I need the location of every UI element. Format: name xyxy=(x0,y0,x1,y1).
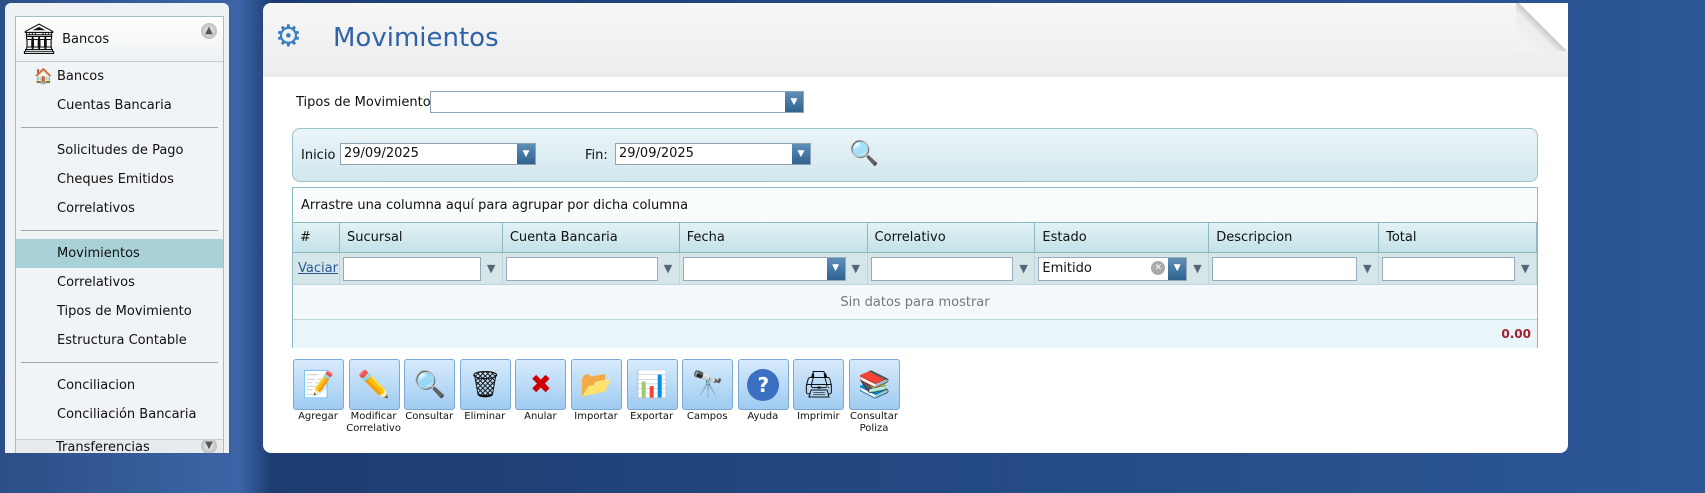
filter-cell: ▼ ▼ xyxy=(680,253,868,284)
column-filter-input[interactable] xyxy=(505,257,658,281)
sidebar: 🏛 Bancos ▲ 🏠 Bancos Cuentas Bancaria Solici… xyxy=(5,3,229,453)
filter-cell: ▼ xyxy=(868,253,1036,284)
filter-cell: Vaciar xyxy=(293,253,340,284)
inicio-date-field[interactable]: 29/09/2025 ▼ xyxy=(340,143,536,165)
column-filter-input[interactable] xyxy=(1212,257,1358,281)
empty-message: Sin datos para mostrar xyxy=(293,285,1537,320)
chevron-down-icon[interactable]: ▼ xyxy=(1168,258,1187,280)
sidebar-item[interactable]: Conciliacion xyxy=(16,371,223,400)
anular-icon: ✖ xyxy=(529,369,552,400)
column-header[interactable]: Correlativo xyxy=(868,223,1036,252)
toolbar-button-imprimir[interactable]: 🖨 xyxy=(793,359,845,410)
clear-filters-link[interactable]: Vaciar xyxy=(298,261,338,276)
sidebar-item[interactable]: 🏠 Bancos xyxy=(16,62,223,91)
movimientos-grid: Arrastre una columna aquí para agrupar p… xyxy=(292,187,1538,348)
filter-funnel-icon[interactable]: ▼ xyxy=(664,262,676,276)
toolbar-label: Consultar Poliza xyxy=(850,411,898,434)
column-header[interactable]: Fecha xyxy=(680,223,868,252)
column-header[interactable]: Total xyxy=(1379,223,1537,252)
filter-funnel-icon[interactable]: ▼ xyxy=(852,262,864,276)
campos-icon: 🔭 xyxy=(691,369,724,400)
toolbar-button-campos[interactable]: 🔭 xyxy=(682,359,734,410)
bank-icon: 🏛 xyxy=(20,21,59,57)
filter-funnel-icon[interactable]: ▼ xyxy=(487,262,499,276)
total-summary: 0.00 xyxy=(293,320,1537,348)
toolbar-button-eliminar[interactable]: 🗑 xyxy=(459,359,511,410)
column-header[interactable]: Cuenta Bancaria xyxy=(503,223,680,252)
page-title: Movimientos xyxy=(333,23,499,53)
column-header[interactable]: Estado xyxy=(1035,223,1210,252)
column-filter-input[interactable] xyxy=(870,257,1014,281)
toolbar-button-consultar-poliza[interactable]: 📚 xyxy=(849,359,900,410)
modificar-correlativo-icon: ✏️ xyxy=(357,369,391,400)
tipos-label: Tipos de Movimiento xyxy=(296,95,431,110)
importar-icon: 📂 xyxy=(580,369,613,400)
toolbar-button-importar[interactable]: 📂 xyxy=(571,359,622,410)
toolbar-button-anular[interactable]: ✖ xyxy=(515,359,567,410)
page-curl xyxy=(1516,3,1568,51)
search-magnifier-icon[interactable]: 🔍 xyxy=(849,139,879,167)
filter-cell: ▼ xyxy=(503,253,680,284)
filter-cell: Emitido ✕ ▼ ▼ xyxy=(1035,253,1210,284)
expand-down-icon[interactable]: ▼ xyxy=(201,440,217,453)
column-filter-input[interactable]: ▼ xyxy=(682,257,846,281)
column-filter-input[interactable] xyxy=(342,257,481,281)
filter-funnel-icon[interactable]: ▼ xyxy=(1019,262,1031,276)
sidebar-group-transferencias[interactable]: Transferencias ▼ xyxy=(16,439,223,453)
filter-funnel-icon[interactable]: ▼ xyxy=(1363,262,1375,276)
filter-cell: ▼ xyxy=(340,253,503,284)
imprimir-icon: 🖨 xyxy=(802,369,836,400)
sidebar-item[interactable]: Correlativos xyxy=(16,268,223,297)
agregar-icon: 📝 xyxy=(302,369,335,400)
bank-building-icon: 🏠 xyxy=(34,67,53,85)
filter-cell: ▼ xyxy=(1209,253,1380,284)
chevron-down-icon[interactable]: ▼ xyxy=(792,144,810,164)
sidebar-item[interactable]: Correlativos xyxy=(16,194,223,223)
filter-funnel-icon[interactable]: ▼ xyxy=(1193,262,1205,276)
date-filter-panel: Inicio 29/09/2025 ▼ Fin: 29/09/2025 ▼ 🔍 xyxy=(292,128,1538,182)
consultar-icon: 🔍 xyxy=(413,369,446,400)
ayuda-icon: ? xyxy=(747,368,780,401)
fin-date-field[interactable]: 29/09/2025 ▼ xyxy=(615,143,811,165)
main-panel: ⚙ Movimientos Tipos de Movimiento ▼ Inic… xyxy=(263,3,1568,453)
divider xyxy=(21,127,218,128)
exportar-icon: 📊 xyxy=(635,369,669,400)
inicio-label: Inicio xyxy=(301,148,336,163)
sidebar-item[interactable]: Tipos de Movimiento xyxy=(16,297,223,326)
chevron-down-icon[interactable]: ▼ xyxy=(826,258,845,280)
gears-icon: ⚙ xyxy=(275,19,302,54)
consultar-poliza-icon: 📚 xyxy=(858,369,891,400)
sidebar-item[interactable]: Estructura Contable xyxy=(16,326,223,355)
sidebar-item[interactable]: Cuentas Bancaria xyxy=(16,91,223,120)
sidebar-group-bancos[interactable]: 🏛 Bancos ▲ xyxy=(16,17,223,62)
group-by-area[interactable]: Arrastre una columna aquí para agrupar p… xyxy=(293,188,1537,223)
sidebar-item[interactable]: Conciliación Bancaria xyxy=(16,400,223,429)
column-filter-input[interactable] xyxy=(1382,257,1515,281)
toolbar-button-agregar[interactable]: 📝 xyxy=(293,359,344,410)
toolbar-button-ayuda[interactable]: ? xyxy=(737,359,789,410)
clear-icon[interactable]: ✕ xyxy=(1151,261,1166,275)
chevron-down-icon[interactable]: ▼ xyxy=(785,92,803,112)
tipos-movimiento-select[interactable]: ▼ xyxy=(430,91,804,113)
sidebar-item[interactable]: Solicitudes de Pago xyxy=(16,136,223,165)
column-header[interactable]: Sucursal xyxy=(340,223,503,252)
sidebar-item[interactable]: Movimientos xyxy=(16,239,223,268)
divider xyxy=(21,362,218,363)
fin-label: Fin: xyxy=(585,148,608,163)
filter-cell: ▼ xyxy=(1379,253,1537,284)
chevron-down-icon[interactable]: ▼ xyxy=(517,144,535,164)
toolbar-button-modificar-correlativo[interactable]: ✏️ xyxy=(348,359,400,410)
toolbar-button-consultar[interactable]: 🔍 xyxy=(404,359,456,410)
sidebar-item[interactable]: Cheques Emitidos xyxy=(16,165,223,194)
column-filter-input[interactable]: Emitido ✕ ▼ xyxy=(1038,257,1188,281)
eliminar-icon: 🗑 xyxy=(468,369,502,400)
toolbar-button-exportar[interactable]: 📊 xyxy=(626,359,678,410)
collapse-up-icon[interactable]: ▲ xyxy=(201,23,217,39)
filter-funnel-icon[interactable]: ▼ xyxy=(1521,262,1533,276)
column-header[interactable]: Descripcion xyxy=(1209,223,1380,252)
divider xyxy=(21,230,218,231)
column-header[interactable]: # xyxy=(293,223,340,252)
